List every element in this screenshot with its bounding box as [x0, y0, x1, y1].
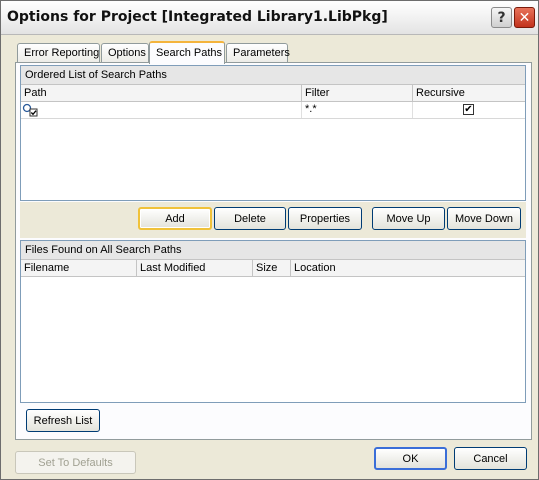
search-paths-panel: Ordered List of Search Paths Path Filter…: [15, 62, 532, 440]
column-filter[interactable]: Filter: [302, 85, 413, 102]
column-path[interactable]: Path: [21, 85, 302, 102]
column-recursive[interactable]: Recursive: [413, 85, 526, 102]
search-paths-group: Ordered List of Search Paths Path Filter…: [20, 65, 526, 201]
tab-options[interactable]: Options: [101, 43, 149, 63]
files-found-header: Files Found on All Search Paths: [21, 241, 525, 260]
path-folder-icon: [22, 103, 38, 120]
search-paths-header: Ordered List of Search Paths: [21, 66, 525, 85]
refresh-list-button[interactable]: Refresh List: [26, 409, 100, 432]
filter-cell[interactable]: *.*: [302, 102, 413, 118]
files-found-column-headers: Filename Last Modified Size Location: [21, 260, 525, 277]
properties-button[interactable]: Properties: [288, 207, 362, 230]
cancel-button-label: Cancel: [473, 452, 508, 465]
ok-button[interactable]: OK: [374, 447, 447, 470]
add-button[interactable]: Add: [138, 207, 212, 230]
set-to-defaults-button[interactable]: Set To Defaults: [15, 451, 136, 474]
refresh-list-button-label: Refresh List: [33, 414, 93, 427]
move-down-button[interactable]: Move Down: [447, 207, 521, 230]
ok-button-label: OK: [402, 452, 419, 465]
options-dialog: Options for Project [Integrated Library1…: [0, 0, 539, 480]
column-size[interactable]: Size: [253, 260, 291, 277]
delete-button[interactable]: Delete: [214, 207, 286, 230]
close-button[interactable]: ✕: [514, 7, 535, 28]
set-to-defaults-label: Set To Defaults: [38, 456, 113, 469]
move-up-button-label: Move Up: [386, 212, 431, 225]
files-found-group: Files Found on All Search Paths Filename…: [20, 240, 526, 403]
column-location[interactable]: Location: [291, 260, 526, 277]
recursive-checkbox[interactable]: ✔: [463, 104, 474, 115]
tab-parameters[interactable]: Parameters: [226, 43, 290, 63]
move-up-button[interactable]: Move Up: [372, 207, 445, 230]
tab-search-paths[interactable]: Search Paths: [149, 41, 225, 64]
properties-button-label: Properties: [299, 212, 351, 225]
help-button[interactable]: ?: [491, 7, 512, 28]
add-button-label: Add: [165, 212, 185, 225]
delete-button-label: Delete: [234, 212, 266, 225]
tab-error-reporting[interactable]: Error Reporting: [17, 43, 100, 63]
search-path-row[interactable]: *.* ✔: [21, 102, 525, 119]
move-down-button-label: Move Down: [454, 212, 514, 225]
window-title: Options for Project [Integrated Library1…: [7, 9, 388, 25]
search-paths-column-headers: Path Filter Recursive: [21, 85, 525, 102]
recursive-cell[interactable]: ✔: [413, 102, 526, 118]
column-last-modified[interactable]: Last Modified: [137, 260, 253, 277]
search-path-cell[interactable]: [21, 102, 302, 118]
title-bar[interactable]: Options for Project [Integrated Library1…: [1, 1, 538, 35]
cancel-button[interactable]: Cancel: [454, 447, 527, 470]
column-filename[interactable]: Filename: [21, 260, 137, 277]
